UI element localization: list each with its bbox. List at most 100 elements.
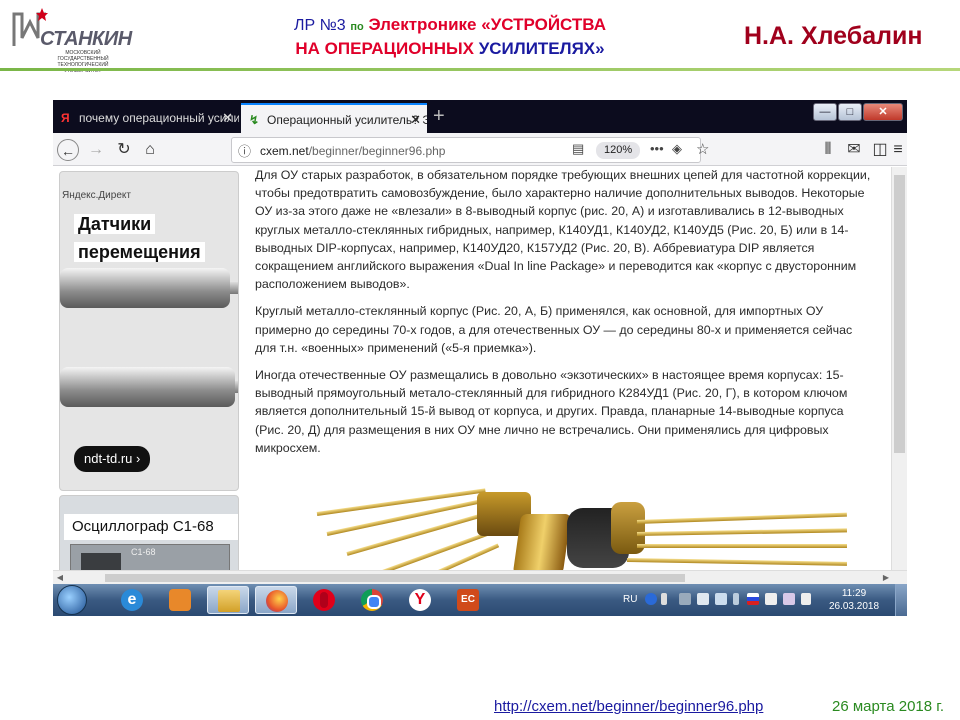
horizontal-scroll-thumb[interactable] [105, 574, 685, 582]
folder-icon [218, 590, 240, 612]
ads-column: Яндекс.Директ Датчики перемещения ndt-td… [53, 167, 245, 570]
forward-button[interactable]: → [85, 139, 107, 161]
title-topic: «УСТРОЙСТВА [481, 15, 607, 34]
info-icon[interactable]: ⓘ [238, 141, 251, 160]
reader-view-icon[interactable]: ▤ [572, 141, 584, 157]
ad-label: Яндекс.Директ [62, 190, 131, 201]
russian-flag-icon[interactable] [747, 593, 759, 605]
ad-link-button[interactable]: ndt-td.ru › [74, 446, 151, 472]
taskbar-opera[interactable] [303, 586, 345, 614]
tray-device-icon[interactable] [733, 593, 739, 605]
sync-icon[interactable]: ✉ [843, 139, 865, 161]
start-button[interactable] [57, 585, 87, 615]
close-icon[interactable]: ✕ [410, 105, 421, 133]
taskbar-internet-explorer[interactable]: e [111, 586, 153, 614]
sensor-tip [230, 282, 238, 294]
browser-screenshot: Я почему операционный усилит ✕ ↯ Операци… [53, 100, 907, 616]
tray-app-icon[interactable] [715, 593, 727, 605]
back-button[interactable]: ← [57, 139, 79, 161]
header-divider [0, 68, 960, 71]
article-paragraph: Для ОУ старых разработок, в обязательном… [255, 168, 871, 292]
footer-source-link[interactable]: http://cxem.net/beginner/beginner96.php [494, 698, 763, 715]
tab-bar: Я почему операционный усилит ✕ ↯ Операци… [53, 100, 907, 133]
title-lr: ЛР №3 [293, 17, 346, 34]
lead-wire [326, 498, 484, 536]
ad-title-line1: Датчики [74, 214, 156, 234]
ad-oscilloscope[interactable]: Осциллограф С1-68 С1-68 [59, 495, 239, 570]
pocket-icon[interactable]: ◈ [672, 141, 682, 157]
signal-icon[interactable] [697, 593, 709, 605]
reload-button[interactable]: ↻ [113, 139, 135, 161]
footer-date: 26 марта 2018 г. [832, 698, 945, 715]
article-text: Для ОУ старых разработок, в обязательном… [255, 167, 875, 570]
action-center-icon[interactable] [783, 593, 795, 605]
vertical-scroll-thumb[interactable] [894, 175, 905, 453]
volume-icon[interactable] [801, 593, 811, 605]
help-icon[interactable] [645, 593, 657, 605]
title-line2-red: НА ОПЕРАЦИОННЫХ [295, 39, 474, 58]
url-text[interactable]: cxem.net/beginner/beginner96.php [260, 144, 445, 158]
bookmark-star-icon[interactable]: ☆ [696, 140, 709, 158]
lead-wire [346, 513, 483, 556]
tab-label: почему операционный усилит [79, 111, 239, 125]
scroll-right-arrow-icon[interactable]: ▶ [879, 571, 893, 584]
tab-op-amp-article[interactable]: ↯ Операционный усилитель? Э ✕ [241, 103, 427, 133]
ad-title: Осциллограф С1-68 [64, 514, 238, 540]
url-bar[interactable]: ⓘ cxem.net/beginner/beginner96.php ▤ 120… [231, 137, 709, 163]
site-favicon-icon: ↯ [249, 113, 260, 127]
oscilloscope-label: С1-68 [131, 547, 156, 557]
stankin-logo: СТАНКИН МОСКОВСКИЙ ГОСУДАРСТВЕННЫЙ ТЕХНО… [6, 6, 132, 74]
maximize-button[interactable]: □ [838, 103, 862, 121]
library-icon[interactable]: ⫴ [817, 139, 839, 161]
scroll-left-arrow-icon[interactable]: ◀ [53, 571, 67, 584]
page-actions-icon[interactable]: ••• [650, 141, 664, 156]
windows-taskbar: e Y EC RU 11:29 26.03.2018 [53, 584, 907, 616]
language-indicator[interactable]: RU [623, 594, 637, 605]
article-paragraph: Иногда отечественные ОУ размещались в до… [255, 368, 848, 455]
close-window-button[interactable]: ✕ [863, 103, 903, 121]
lead-wire [636, 512, 847, 524]
new-tab-button[interactable]: + [433, 104, 445, 128]
hamburger-menu-icon[interactable]: ≡ [887, 139, 907, 161]
close-icon[interactable]: ✕ [222, 103, 233, 133]
zoom-indicator[interactable]: 120% [596, 142, 641, 159]
media-player-icon [169, 589, 191, 611]
yandex-icon: Я [61, 111, 70, 125]
metal-can-package [512, 514, 572, 570]
minimize-button[interactable]: — [813, 103, 837, 121]
lead-wire [316, 488, 486, 516]
opera-icon [313, 589, 335, 611]
taskbar-file-explorer[interactable] [207, 586, 249, 614]
tray-arrow-icon[interactable] [661, 593, 667, 605]
taskbar-chrome[interactable] [351, 586, 393, 614]
show-desktop-button[interactable] [895, 584, 907, 616]
taskbar-presentation[interactable]: EC [447, 586, 489, 614]
ad-title-line2: перемещения [74, 242, 205, 262]
title-line2-blue: УСИЛИТЕЛЯХ» [478, 39, 605, 58]
home-button[interactable]: ⌂ [139, 139, 161, 161]
firefox-icon [266, 590, 288, 612]
ad-displacement-sensors[interactable]: Яндекс.Директ Датчики перемещения ndt-td… [59, 171, 239, 491]
title-subject: Электронике [368, 15, 477, 34]
clock-date: 26.03.2018 [828, 601, 880, 612]
tab-label: Операционный усилитель? Э [267, 113, 427, 127]
url-host: cxem.net [260, 144, 309, 158]
lead-wire [636, 528, 848, 536]
taskbar-clock[interactable]: 11:29 26.03.2018 [819, 587, 889, 613]
network-icon[interactable] [679, 593, 691, 605]
notification-icon[interactable] [765, 593, 777, 605]
lead-wire [376, 531, 491, 570]
ad-title: Датчики перемещения [74, 210, 214, 266]
internet-explorer-icon: e [121, 589, 143, 611]
slide: СТАНКИН МОСКОВСКИЙ ГОСУДАРСТВЕННЫЙ ТЕХНО… [0, 0, 960, 720]
logo-name: СТАНКИН [40, 28, 132, 50]
vertical-scrollbar[interactable] [891, 167, 907, 570]
horizontal-scrollbar[interactable]: ◀ ▶ [53, 570, 907, 584]
presentation-icon: EC [457, 589, 479, 611]
author-name: Н.А. Хлебалин [744, 22, 923, 50]
taskbar-yandex-browser[interactable]: Y [399, 586, 441, 614]
taskbar-media-player[interactable] [159, 586, 201, 614]
navigation-toolbar: ← → ↻ ⌂ ⓘ cxem.net/beginner/beginner96.p… [53, 133, 907, 166]
taskbar-firefox[interactable] [255, 586, 297, 614]
tab-yandex-search[interactable]: Я почему операционный усилит ✕ [53, 103, 239, 133]
